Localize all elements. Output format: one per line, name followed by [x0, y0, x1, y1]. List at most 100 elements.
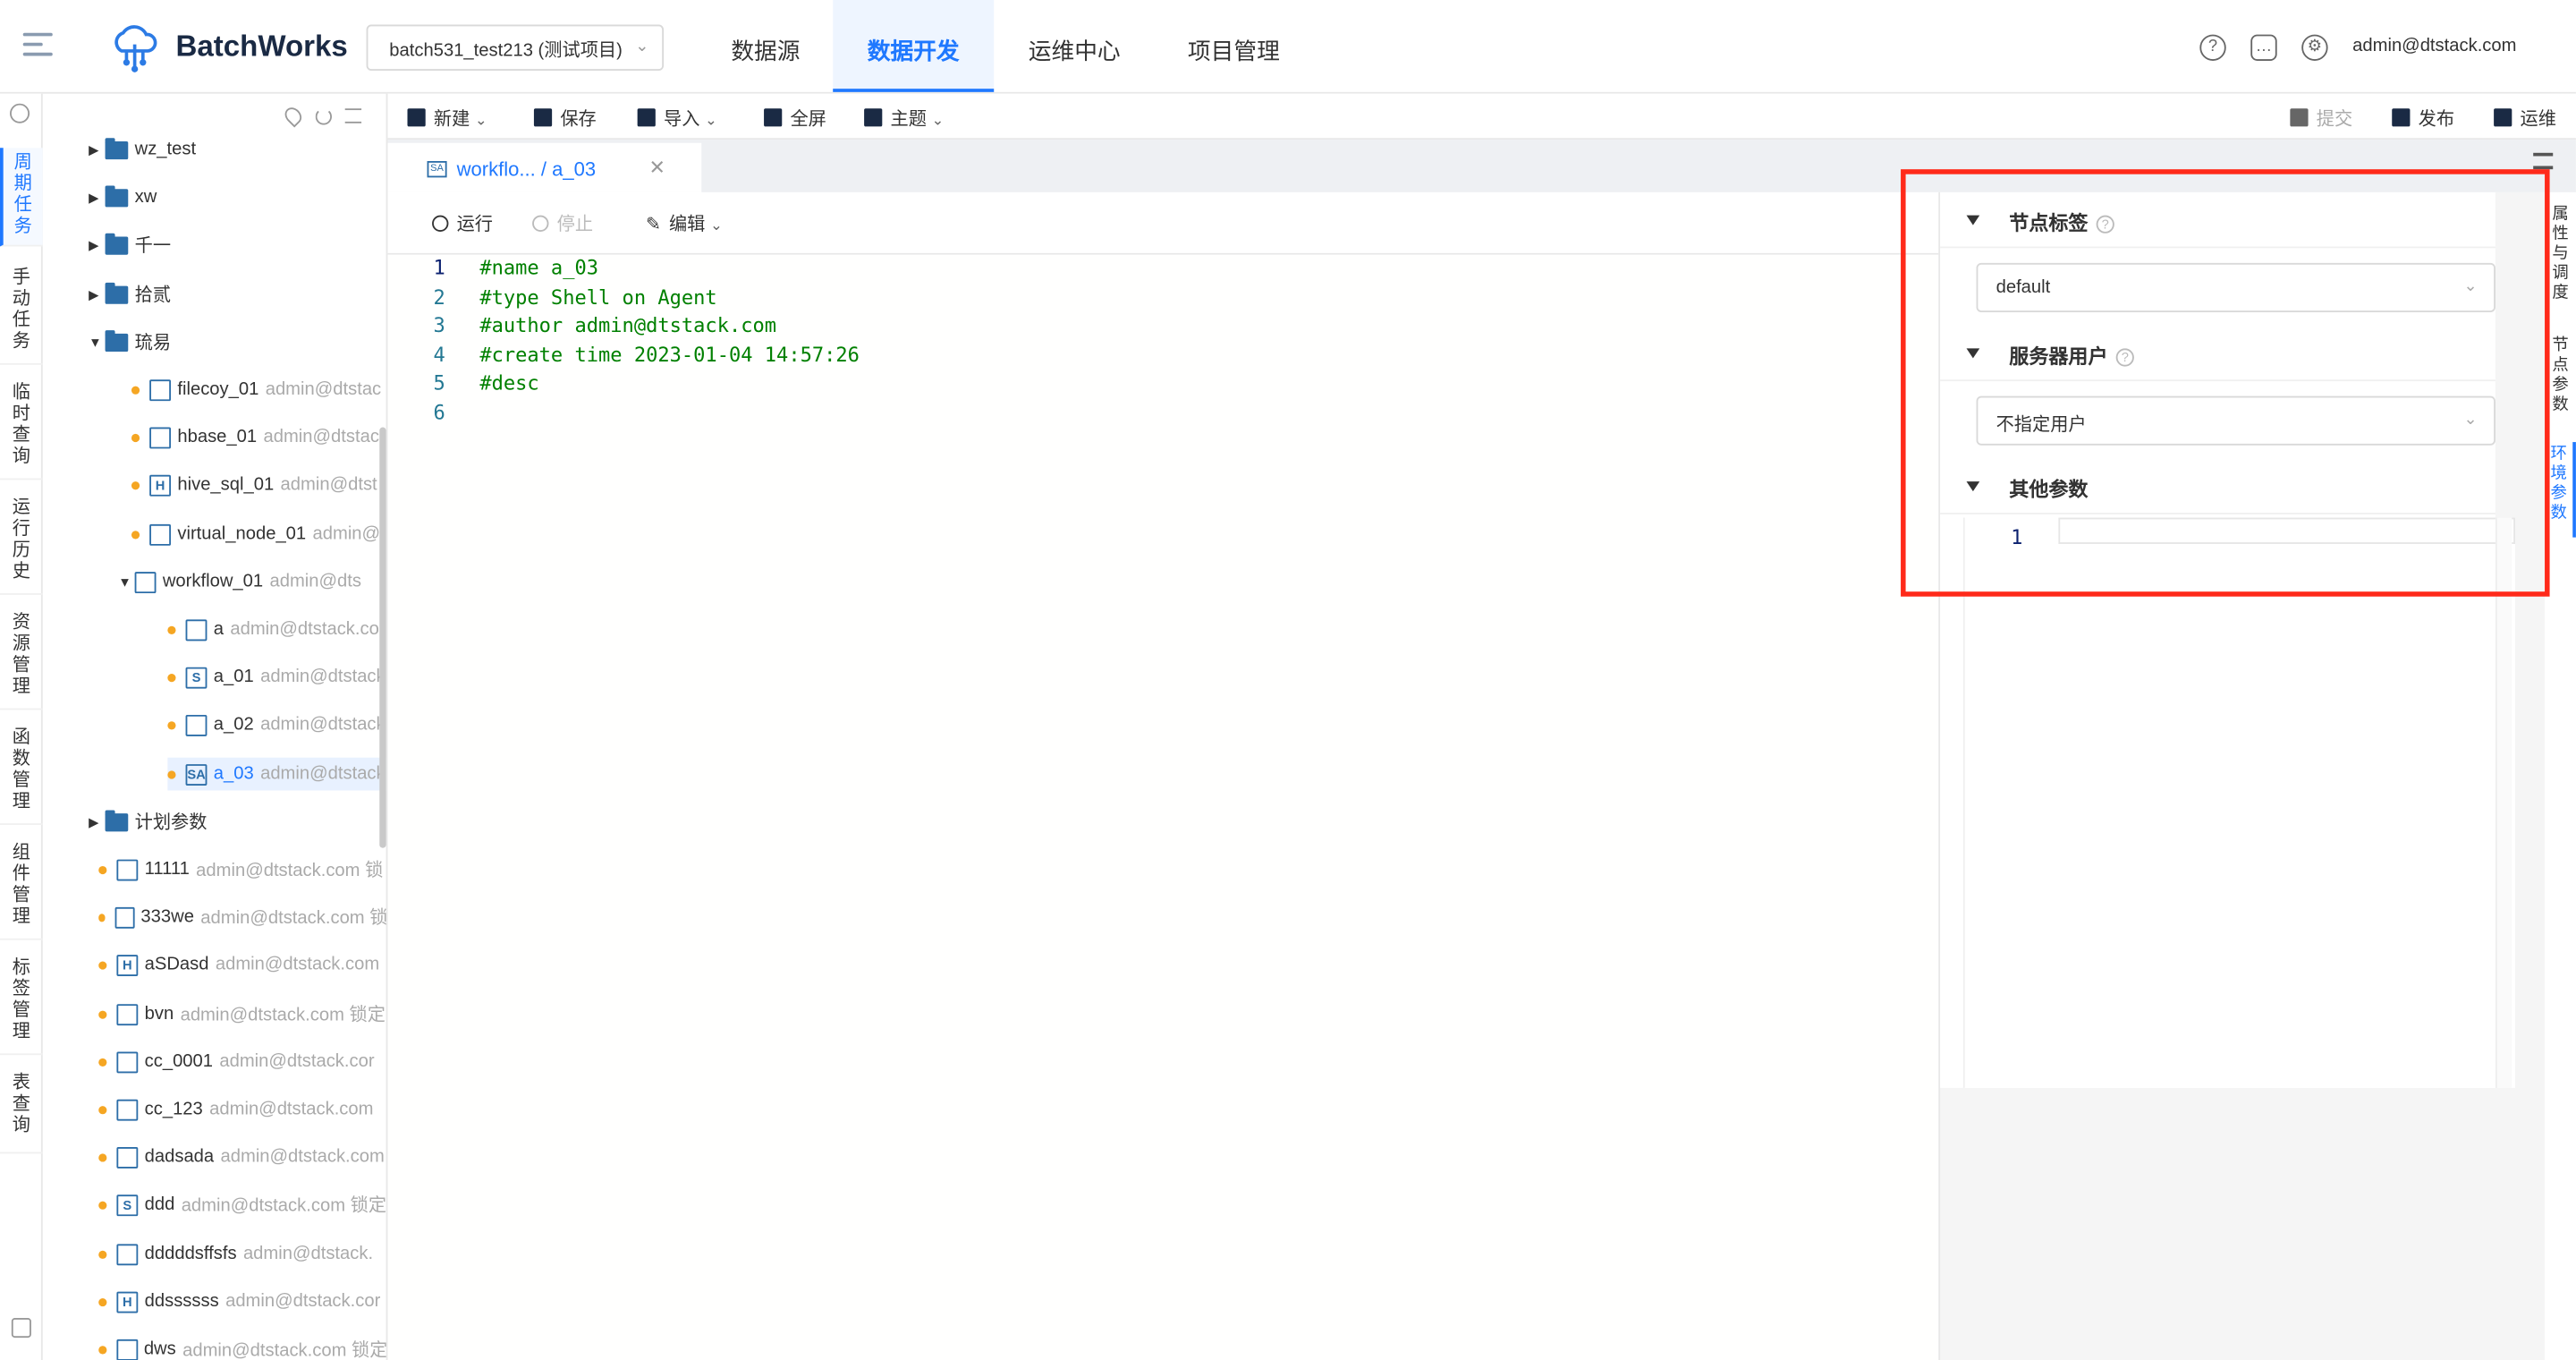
- tree-task[interactable]: hbase_01 admin@dtstac: [131, 421, 386, 454]
- rail-run-history[interactable]: 运行历史: [0, 493, 43, 595]
- checklist-icon[interactable]: [11, 1318, 31, 1339]
- tree-task[interactable]: cc_123 admin@dtstack.com: [98, 1092, 386, 1126]
- tree-item-owner: admin@dtstack.com: [220, 1147, 385, 1168]
- stop-button[interactable]: 停止: [532, 210, 593, 236]
- rail-table-query[interactable]: 表查询: [0, 1068, 43, 1154]
- fullscreen-button[interactable]: 全屏: [764, 106, 826, 132]
- caret-right-icon[interactable]: ▶: [89, 237, 105, 252]
- search-icon[interactable]: [10, 103, 30, 123]
- project-select[interactable]: batch531_test213 (测试项目) ⌄: [366, 24, 665, 71]
- edit-button[interactable]: ✎ 编辑 ⌄: [646, 210, 723, 236]
- line-number: 3: [433, 314, 445, 337]
- rail-env-params[interactable]: 环境参数: [2545, 442, 2576, 538]
- tree-task[interactable]: 11111 admin@dtstack.com 锁: [98, 853, 386, 886]
- tree-item-name: wz_test: [134, 140, 197, 160]
- caret-down-icon[interactable]: ▼: [89, 335, 105, 350]
- tree-task[interactable]: Hddssssss admin@dtstack.cor: [98, 1285, 386, 1318]
- rail-temp-query[interactable]: 临时查询: [0, 378, 43, 480]
- caret-right-icon[interactable]: ▶: [89, 142, 105, 157]
- tree-scrollbar[interactable]: [379, 427, 386, 848]
- locate-icon[interactable]: [281, 104, 305, 128]
- tree-task[interactable]: Sa_01 admin@dtstack: [167, 660, 386, 693]
- message-icon[interactable]: …: [2250, 34, 2277, 61]
- tree-task[interactable]: Sddd admin@dtstack.com 锁定: [98, 1188, 386, 1221]
- refresh-icon[interactable]: [315, 108, 333, 125]
- tree-task[interactable]: a admin@dtstack.co: [167, 613, 386, 646]
- other-params-section[interactable]: 其他参数: [1940, 458, 2496, 514]
- server-user-title: 服务器用户: [2009, 344, 2108, 369]
- nav-data-dev[interactable]: 数据开发: [833, 0, 995, 92]
- rail-manual-task[interactable]: 手动任务: [0, 263, 43, 365]
- node-tag-select[interactable]: default ⌄: [1976, 262, 2496, 312]
- tree-task[interactable]: dadsada admin@dtstack.com: [98, 1141, 386, 1174]
- tree-folder[interactable]: ▼ 琉易: [89, 326, 386, 359]
- rail-node-params[interactable]: 节点参数: [2545, 334, 2576, 429]
- caret-right-icon[interactable]: ▶: [89, 190, 105, 205]
- task-type-icon: [116, 1243, 139, 1265]
- new-button[interactable]: 新建 ⌄: [407, 106, 487, 132]
- tree-task[interactable]: filecoy_01 admin@dtstac: [131, 373, 386, 406]
- server-user-select[interactable]: 不指定用户 ⌄: [1976, 395, 2496, 446]
- task-tree: ▶ wz_test ▶ xw ▶ 千一 ▶ 拾贰 ▼ 琉易 filecoy_01 admin@dtst…: [43, 93, 388, 1360]
- tree-task[interactable]: bvn admin@dtstack.com 锁定: [98, 998, 386, 1031]
- rail-resource-manage[interactable]: 资源管理: [0, 608, 43, 710]
- menu-toggle-icon[interactable]: [22, 32, 53, 59]
- help-icon[interactable]: ?: [2199, 34, 2226, 61]
- tree-task[interactable]: a_02 admin@dtstack: [167, 709, 386, 742]
- submit-button[interactable]: 提交: [2290, 106, 2352, 132]
- user-account[interactable]: admin@dtstack.com: [2352, 36, 2516, 55]
- tab-list-icon[interactable]: [2533, 152, 2554, 170]
- caret-down-icon[interactable]: ▼: [118, 574, 134, 590]
- import-button[interactable]: 导入 ⌄: [637, 106, 717, 132]
- code-editor[interactable]: 1 #name a_03 2 #type Shell on Agent 3 #author…: [387, 254, 1939, 1360]
- publish-button[interactable]: 发布: [2392, 106, 2454, 132]
- node-tag-section[interactable]: 节点标签?: [1940, 192, 2496, 249]
- caret-right-icon[interactable]: ▶: [89, 287, 105, 302]
- tree-task[interactable]: ▼ workflow_01 admin@dts: [118, 565, 386, 599]
- tree-task[interactable]: HaSDasd admin@dtstack.com: [98, 948, 386, 982]
- tree-item-owner: admin@dts: [269, 572, 361, 592]
- tree-folder[interactable]: ▶ 拾贰: [89, 277, 386, 310]
- tree-task[interactable]: Hhive_sql_01 admin@dtst: [131, 468, 386, 501]
- tree-item-owner: admin@dtstack.cor: [225, 1291, 381, 1312]
- tree-item-name: dadsada: [144, 1147, 215, 1168]
- caret-right-icon[interactable]: ▶: [89, 814, 105, 829]
- tree-folder[interactable]: ▶ 计划参数: [89, 805, 386, 838]
- save-button[interactable]: 保存: [533, 106, 597, 132]
- tree-item-name: virtual_node_01: [177, 523, 307, 544]
- rail-tag-manage[interactable]: 标签管理: [0, 953, 43, 1056]
- tree-folder[interactable]: ▶ 千一: [89, 228, 386, 261]
- other-params-editor[interactable]: 1: [1962, 517, 2515, 1088]
- list-icon[interactable]: [344, 108, 362, 123]
- nav-datasource[interactable]: 数据源: [699, 0, 831, 92]
- main-toolbar: 新建 ⌄ 保存 导入 ⌄ 全屏 主题 ⌄ 提交 发布 运维: [387, 93, 2576, 140]
- rail-function-manage[interactable]: 函数管理: [0, 723, 43, 826]
- tree-task[interactable]: cc_0001 admin@dtstack.cor: [98, 1045, 386, 1078]
- tree-folder[interactable]: ▶ wz_test: [89, 133, 386, 166]
- task-type-icon: H: [116, 954, 139, 976]
- nav-project-manage[interactable]: 项目管理: [1165, 0, 1302, 92]
- rail-component-manage[interactable]: 组件管理: [0, 838, 43, 940]
- task-type-icon: H: [149, 473, 172, 496]
- rail-properties-schedule[interactable]: 属性与调度: [2545, 202, 2576, 320]
- tree-folder[interactable]: ▶ xw: [89, 181, 386, 214]
- tree-task[interactable]: dws admin@dtstack.com 锁定: [98, 1333, 386, 1360]
- rail-periodic-task[interactable]: 周期任务: [0, 148, 43, 247]
- tree-task[interactable]: SA a_03 admin@dtstack: [167, 757, 386, 791]
- close-icon[interactable]: ✕: [648, 156, 665, 179]
- tree-item-name: xw: [134, 187, 157, 208]
- help-icon: ?: [2096, 215, 2114, 234]
- ops-button[interactable]: 运维: [2494, 106, 2556, 132]
- env-params-content: 节点标签? default ⌄ 服务器用户? 不指定用户 ⌄ 其他参数 1: [1940, 191, 2515, 1088]
- server-user-section[interactable]: 服务器用户?: [1940, 326, 2496, 382]
- panel-scrollbar[interactable]: [2495, 517, 2512, 1088]
- tab-a03[interactable]: SA workflo... / a_03 ✕: [387, 142, 702, 192]
- tree-task[interactable]: 333we admin@dtstack.com 锁: [98, 901, 386, 934]
- tree-task[interactable]: dddddsffsfs admin@dtstack.: [98, 1237, 386, 1271]
- theme-button[interactable]: 主题 ⌄: [864, 106, 944, 132]
- tree-task[interactable]: virtual_node_01 admin@: [131, 518, 386, 551]
- run-button[interactable]: 运行: [432, 210, 493, 236]
- nav-ops-center[interactable]: 运维中心: [1005, 0, 1143, 92]
- gear-icon[interactable]: ⚙: [2301, 34, 2328, 61]
- fullscreen-label: 全屏: [790, 110, 826, 131]
